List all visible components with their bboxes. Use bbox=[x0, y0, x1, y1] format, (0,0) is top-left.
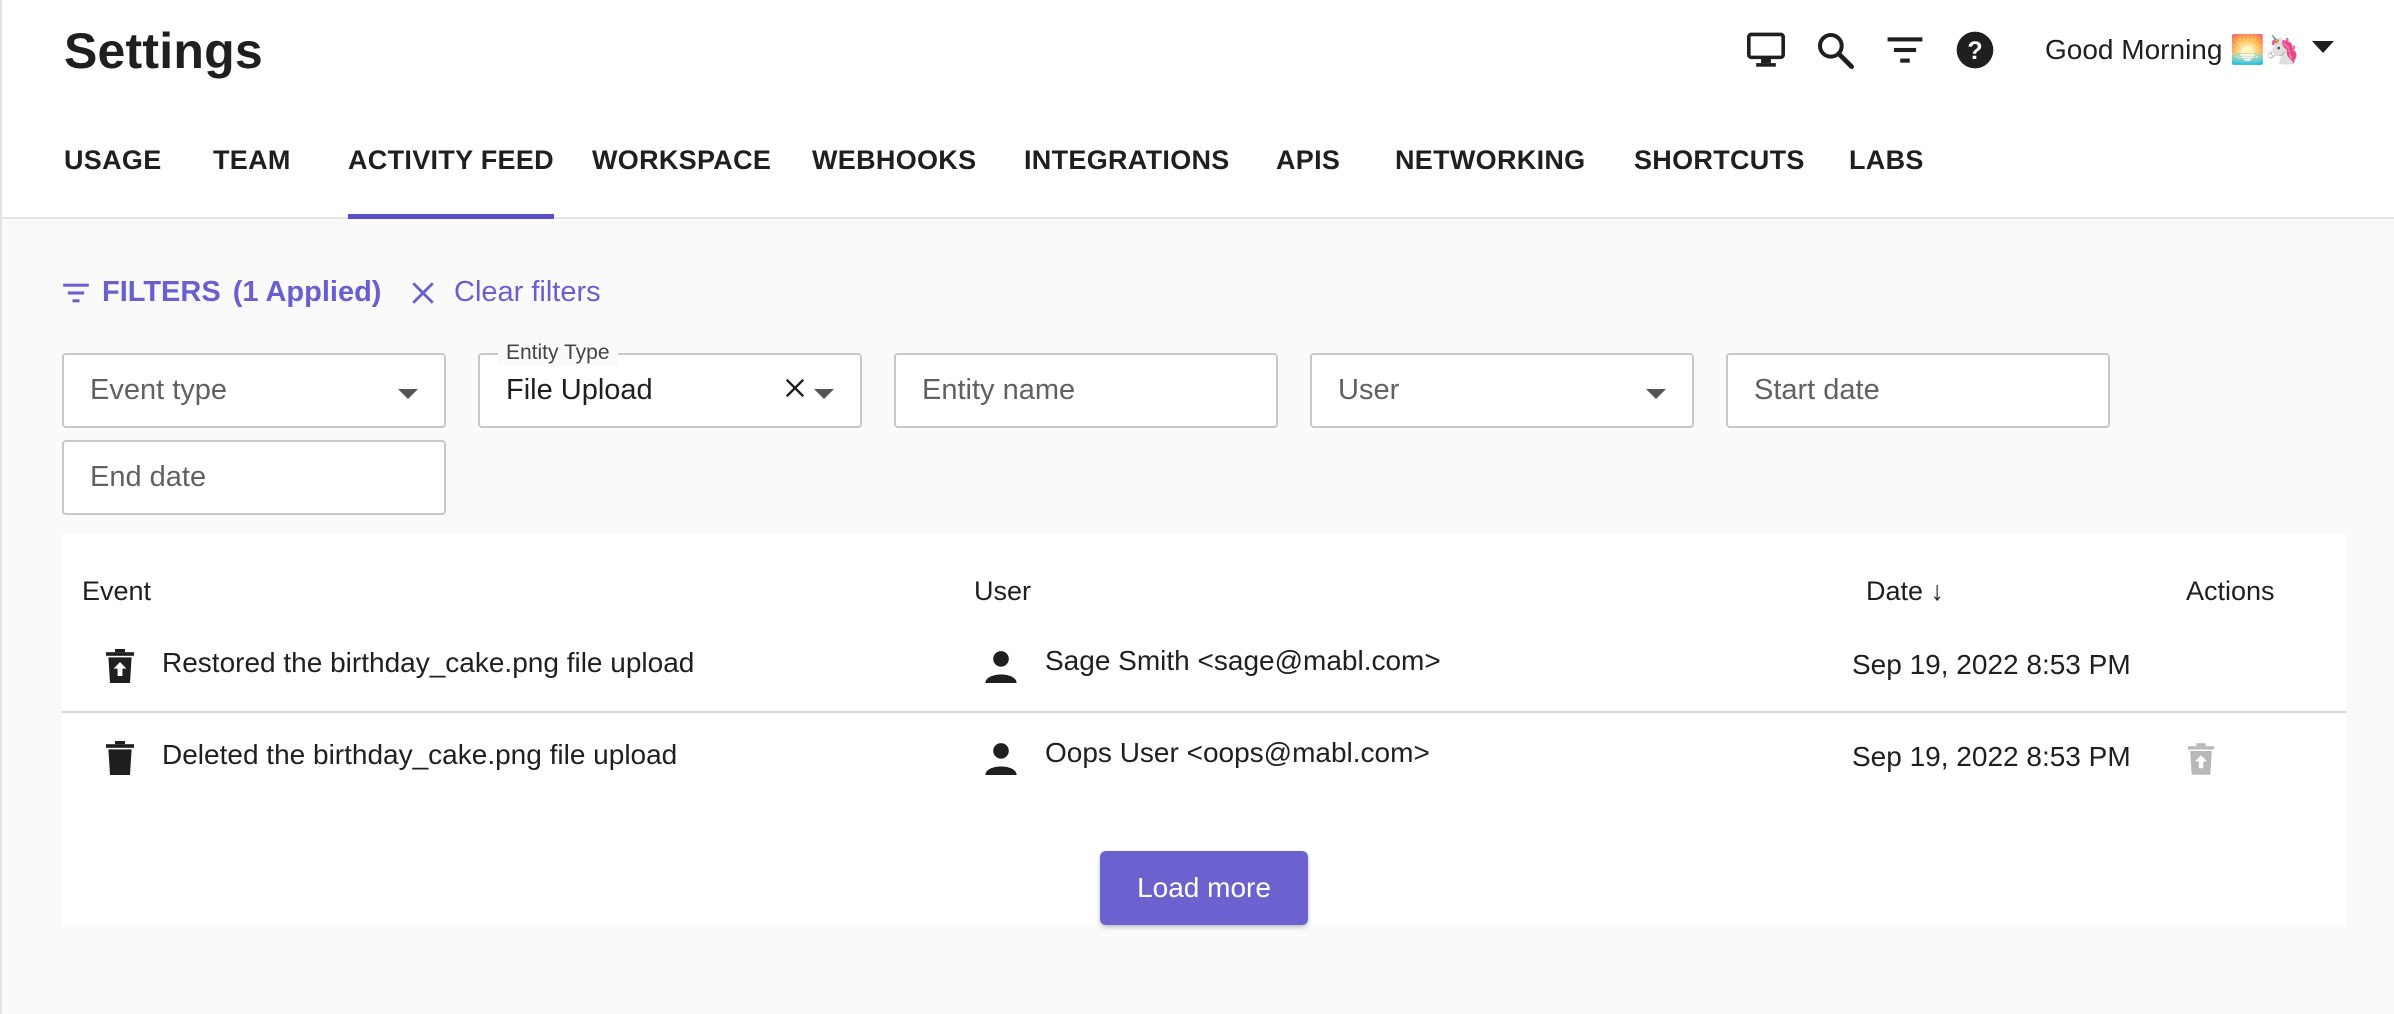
entity-type-legend: Entity Type bbox=[498, 341, 618, 365]
start-date-placeholder: Start date bbox=[1754, 374, 1880, 406]
help-icon[interactable]: ? bbox=[1953, 28, 1997, 72]
user-select[interactable]: User bbox=[1310, 353, 1694, 428]
restore-from-trash-icon bbox=[106, 649, 134, 683]
user-greeting-menu[interactable]: Good Morning 🌅🦄 bbox=[2045, 33, 2300, 66]
filters-toggle-button[interactable]: FILTERS (1 Applied) bbox=[62, 276, 381, 309]
date-text: Sep 19, 2022 8:53 PM bbox=[1852, 741, 2131, 772]
column-header-event[interactable]: Event bbox=[82, 576, 151, 607]
clear-filters-button[interactable]: Clear filters bbox=[410, 276, 601, 309]
tab-usage[interactable]: USAGE bbox=[64, 145, 162, 219]
header: Settings ? Good Morning 🌅🦄 USAGE TEAM AC… bbox=[2, 0, 2394, 219]
svg-text:?: ? bbox=[1967, 37, 1982, 65]
clear-filters-label: Clear filters bbox=[454, 276, 601, 308]
event-text: Deleted the birthday_cake.png file uploa… bbox=[162, 739, 678, 770]
clear-entity-type-icon[interactable] bbox=[784, 377, 806, 399]
filters-label: FILTERS bbox=[102, 276, 221, 308]
activity-table: Event User Date ↓ Actions Restored the b… bbox=[62, 533, 2346, 925]
table-row: Restored the birthday_cake.png file uplo… bbox=[62, 621, 2346, 713]
tab-networking[interactable]: NETWORKING bbox=[1395, 145, 1585, 219]
tab-shortcuts[interactable]: SHORTCUTS bbox=[1634, 145, 1805, 219]
table-row: Deleted the birthday_cake.png file uploa… bbox=[62, 713, 2346, 805]
start-date-input[interactable]: Start date bbox=[1726, 353, 2110, 428]
date-text: Sep 19, 2022 8:53 PM bbox=[1852, 649, 2131, 680]
user-text: Sage Smith <sage@mabl.com> bbox=[1045, 645, 1441, 676]
tab-labs[interactable]: LABS bbox=[1849, 145, 1924, 219]
close-icon bbox=[412, 281, 434, 304]
monitor-icon[interactable] bbox=[1744, 28, 1788, 72]
user-placeholder: User bbox=[1338, 374, 1400, 406]
entity-name-placeholder: Entity name bbox=[922, 374, 1076, 406]
event-type-select[interactable]: Event type bbox=[62, 353, 446, 428]
person-icon bbox=[985, 651, 1017, 683]
end-date-placeholder: End date bbox=[90, 461, 207, 493]
caret-down-icon[interactable] bbox=[2312, 40, 2334, 58]
filters-applied-count: (1 Applied) bbox=[232, 276, 382, 308]
event-text: Restored the birthday_cake.png file uplo… bbox=[162, 647, 695, 678]
filter-list-icon[interactable] bbox=[1883, 28, 1927, 72]
entity-type-value: File Upload bbox=[506, 374, 653, 406]
restore-from-trash-icon[interactable] bbox=[2188, 743, 2214, 775]
caret-down-icon bbox=[398, 389, 418, 399]
caret-down-icon bbox=[1646, 389, 1666, 399]
tab-activity-feed[interactable]: ACTIVITY FEED bbox=[348, 145, 554, 219]
column-header-date[interactable]: Date ↓ bbox=[1866, 576, 1944, 607]
user-text: Oops User <oops@mabl.com> bbox=[1045, 737, 1430, 768]
end-date-input[interactable]: End date bbox=[62, 440, 446, 515]
tab-integrations[interactable]: INTEGRATIONS bbox=[1024, 145, 1230, 219]
caret-down-icon bbox=[814, 389, 834, 399]
tab-apis[interactable]: APIS bbox=[1276, 145, 1340, 219]
column-header-actions: Actions bbox=[2186, 576, 2275, 606]
tab-webhooks[interactable]: WEBHOOKS bbox=[812, 145, 976, 219]
tab-team[interactable]: TEAM bbox=[213, 145, 291, 219]
tab-workspace[interactable]: WORKSPACE bbox=[592, 145, 771, 219]
person-icon bbox=[985, 743, 1017, 775]
load-more-button[interactable]: Load more bbox=[1100, 851, 1308, 925]
delete-icon bbox=[106, 741, 134, 775]
filter-list-icon bbox=[63, 283, 89, 302]
page-title: Settings bbox=[64, 23, 263, 79]
search-icon[interactable] bbox=[1813, 28, 1857, 72]
entity-type-select[interactable]: Entity Type File Upload bbox=[478, 341, 862, 428]
event-type-placeholder: Event type bbox=[90, 374, 228, 406]
column-header-user[interactable]: User bbox=[974, 576, 1031, 607]
entity-name-input[interactable]: Entity name bbox=[894, 353, 1278, 428]
